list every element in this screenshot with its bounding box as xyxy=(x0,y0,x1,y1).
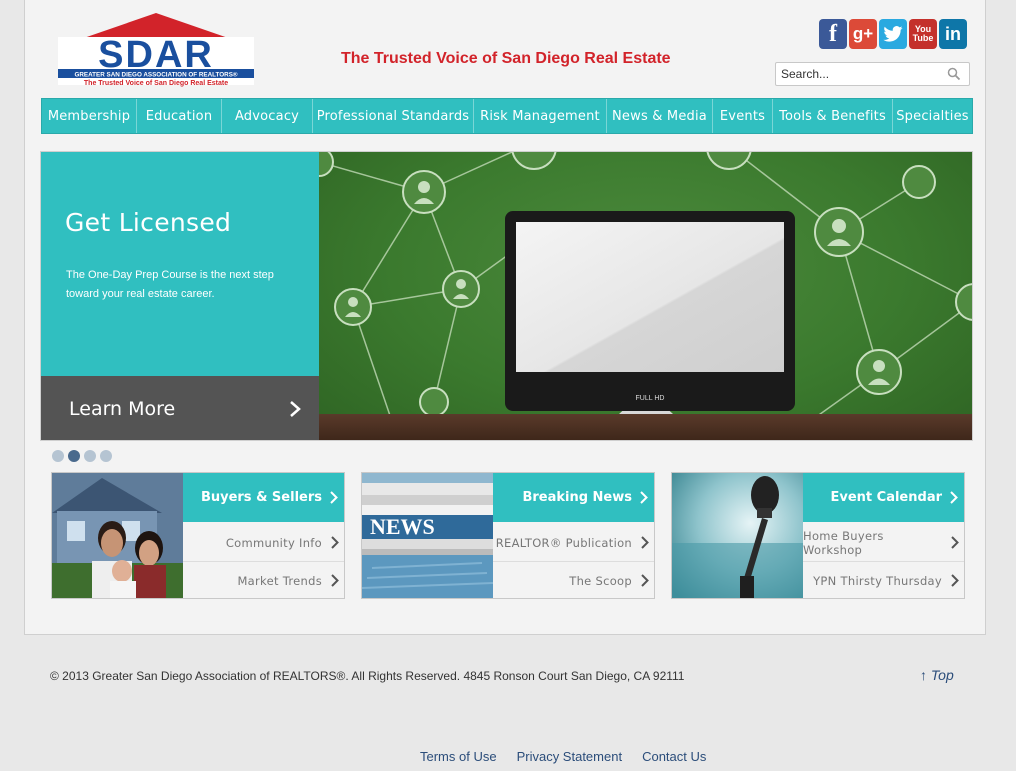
privacy-statement-link[interactable]: Privacy Statement xyxy=(517,749,623,764)
promo-link-label: The Scoop xyxy=(569,574,632,588)
nav-tools-benefits[interactable]: Tools & Benefits xyxy=(773,99,893,133)
main-nav: Membership Education Advocacy Profession… xyxy=(41,98,973,134)
search-icon[interactable] xyxy=(947,67,961,81)
hero-panel: Get Licensed The One-Day Prep Course is … xyxy=(41,152,319,376)
realtor-publication-link[interactable]: REALTOR® Publication xyxy=(493,524,654,562)
chevron-right-icon xyxy=(330,491,338,504)
home-buyers-workshop-link[interactable]: Home Buyers Workshop xyxy=(803,524,964,562)
slider-dot-4[interactable] xyxy=(100,450,112,462)
sdar-logo[interactable]: SDAR GREATER SAN DIEGO ASSOCIATION OF RE… xyxy=(58,13,254,87)
chevron-right-icon xyxy=(641,574,649,587)
search-box xyxy=(775,62,970,86)
contact-us-link[interactable]: Contact Us xyxy=(642,749,706,764)
nav-specialties[interactable]: Specialties xyxy=(893,99,972,133)
chevron-right-icon xyxy=(331,536,339,549)
facebook-icon[interactable]: f xyxy=(819,19,847,49)
promo-buyers-sellers: Buyers & Sellers Community Info Market T… xyxy=(51,472,345,599)
market-trends-link[interactable]: Market Trends xyxy=(183,562,344,600)
chevron-right-icon xyxy=(290,401,301,417)
chevron-right-icon xyxy=(951,574,959,587)
chevron-right-icon xyxy=(950,491,958,504)
hero-title: Get Licensed xyxy=(65,208,232,237)
community-info-link[interactable]: Community Info xyxy=(183,524,344,562)
newspaper-photo[interactable]: NEWS xyxy=(362,473,493,598)
back-to-top-link[interactable]: ↑ Top xyxy=(920,667,954,683)
event-calendar-link[interactable]: Event Calendar xyxy=(803,473,964,522)
nav-events[interactable]: Events xyxy=(713,99,773,133)
promo-link-label: Community Info xyxy=(225,535,322,550)
search-input[interactable] xyxy=(776,63,936,85)
slider-dot-2[interactable] xyxy=(68,450,80,462)
monitor-label: FULL HD xyxy=(636,395,665,402)
nav-education[interactable]: Education xyxy=(137,99,222,133)
family-photo[interactable] xyxy=(52,473,183,598)
hero-image: FULL HD xyxy=(319,152,972,440)
page-container: SDAR GREATER SAN DIEGO ASSOCIATION OF RE… xyxy=(24,0,986,635)
chevron-right-icon xyxy=(640,491,648,504)
microphone-photo[interactable] xyxy=(672,473,803,598)
nav-news-media[interactable]: News & Media xyxy=(607,99,713,133)
hero-slider: Get Licensed The One-Day Prep Course is … xyxy=(40,151,973,441)
chevron-right-icon xyxy=(641,536,649,549)
nav-professional-standards[interactable]: Professional Standards xyxy=(313,99,474,133)
promo-title: Buyers & Sellers xyxy=(200,490,322,505)
logo-subtitle: GREATER SAN DIEGO ASSOCIATION OF REALTOR… xyxy=(74,71,237,79)
promo-breaking-news: NEWS Breaking News REALTOR® Publication … xyxy=(361,472,655,599)
slider-dots xyxy=(52,450,112,462)
chevron-right-icon xyxy=(951,536,959,549)
learn-more-label: Learn More xyxy=(69,398,176,420)
promo-link-label: Market Trends xyxy=(237,574,322,588)
social-links: f g+ You Tube in xyxy=(819,19,967,49)
nav-membership[interactable]: Membership xyxy=(42,99,137,133)
promo-link-label: YPN Thirsty Thursday xyxy=(813,574,942,588)
breaking-news-link[interactable]: Breaking News xyxy=(493,473,654,522)
site-tagline: The Trusted Voice of San Diego Real Esta… xyxy=(341,50,671,67)
promo-title: Event Calendar xyxy=(830,490,943,505)
promo-link-label: REALTOR® Publication xyxy=(495,535,632,550)
learn-more-button[interactable]: Learn More xyxy=(41,376,319,440)
nav-advocacy[interactable]: Advocacy xyxy=(222,99,313,133)
slider-dot-1[interactable] xyxy=(52,450,64,462)
google-plus-icon[interactable]: g+ xyxy=(849,19,877,49)
the-scoop-link[interactable]: The Scoop xyxy=(493,562,654,600)
promo-event-calendar: Event Calendar Home Buyers Workshop YPN … xyxy=(671,472,965,599)
promo-link-label: Home Buyers Workshop xyxy=(803,528,884,557)
hero-text: The One-Day Prep Course is the next step… xyxy=(66,269,274,300)
logo-tagline: The Trusted Voice of San Diego Real Esta… xyxy=(84,80,228,87)
twitter-icon[interactable] xyxy=(879,19,907,49)
svg-text:NEWS: NEWS xyxy=(370,514,435,539)
footer-links: Terms of Use Privacy Statement Contact U… xyxy=(420,749,706,764)
terms-of-use-link[interactable]: Terms of Use xyxy=(420,749,497,764)
promo-title: Breaking News xyxy=(522,490,632,505)
buyers-sellers-link[interactable]: Buyers & Sellers xyxy=(183,473,344,522)
ypn-thirsty-thursday-link[interactable]: YPN Thirsty Thursday xyxy=(803,562,964,600)
youtube-icon[interactable]: You Tube xyxy=(909,19,937,49)
nav-risk-management[interactable]: Risk Management xyxy=(474,99,607,133)
linkedin-icon[interactable]: in xyxy=(939,19,967,49)
copyright-text: © 2013 Greater San Diego Association of … xyxy=(50,669,685,683)
slider-dot-3[interactable] xyxy=(84,450,96,462)
chevron-right-icon xyxy=(331,574,339,587)
